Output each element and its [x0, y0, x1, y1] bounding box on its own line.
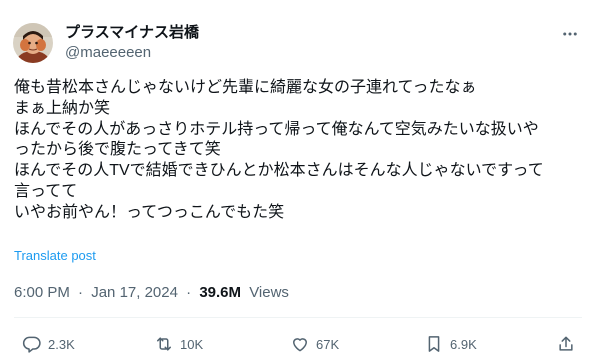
author-block: プラスマイナス岩橋 @maeeeeen	[65, 24, 199, 62]
meta-separator: ·	[186, 284, 192, 301]
tweet-text-line: 言ってて	[14, 182, 78, 200]
views-count[interactable]: 39.6M	[199, 284, 241, 301]
post-date[interactable]: Jan 17, 2024	[91, 284, 178, 301]
tweet-text-line: まぁ上納か笑	[14, 99, 111, 117]
bookmark-button[interactable]: 6.9K	[424, 333, 477, 355]
tweet-metadata: 6:00 PM · Jan 17, 2024 · 39.6M Views	[14, 284, 289, 302]
heart-icon	[293, 338, 307, 352]
bookmark-icon	[428, 336, 440, 352]
author-handle[interactable]: @maeeeeen	[65, 44, 199, 62]
tweet-card: プラスマイナス岩橋 @maeeeeen 俺も昔松本さんじゃないけど先輩に綺麗な女…	[0, 0, 594, 361]
action-bar: 2.3K 10K 67K 6.9K	[0, 333, 594, 355]
share-icon	[559, 336, 573, 351]
more-options-button[interactable]	[558, 24, 582, 44]
like-button[interactable]: 67K	[290, 333, 339, 355]
tweet-text-line: いやお前やん！ってつっこんでもた笑	[14, 203, 285, 221]
repost-count: 10K	[180, 336, 204, 352]
more-horizontal-icon	[563, 32, 577, 36]
tweet-text: 俺も昔松本さんじゃないけど先輩に綺麗な女の子連れてったなぁ まぁ上納か笑 ほんで…	[14, 78, 584, 224]
reply-count: 2.3K	[48, 336, 75, 352]
tweet-text-line: ったから後で腹たってきて笑	[14, 141, 221, 159]
post-time[interactable]: 6:00 PM	[14, 284, 70, 301]
author-display-name[interactable]: プラスマイナス岩橋	[65, 24, 199, 42]
bookmark-count: 6.9K	[450, 336, 477, 352]
translate-post-link[interactable]: Translate post	[14, 248, 96, 264]
tweet-text-line: ほんでその人TVで結婚できひんとか松本さんはそんな人じゃないですって	[14, 162, 544, 180]
repost-button[interactable]: 10K	[154, 333, 203, 355]
views-label: Views	[249, 284, 289, 301]
reply-icon	[22, 336, 41, 353]
divider	[14, 317, 582, 318]
like-count: 67K	[316, 336, 340, 352]
avatar[interactable]	[13, 23, 53, 63]
tweet-text-line: ほんでその人があっさりホテル持って帰って俺なんて空気みたいな扱いや	[14, 120, 539, 138]
tweet-text-line: 俺も昔松本さんじゃないけど先輩に綺麗な女の子連れてったなぁ	[14, 79, 477, 96]
avatar-image	[13, 23, 53, 63]
reply-button[interactable]: 2.3K	[22, 333, 75, 355]
repost-icon	[157, 337, 171, 351]
meta-separator: ·	[78, 284, 84, 301]
share-button[interactable]	[556, 333, 576, 355]
